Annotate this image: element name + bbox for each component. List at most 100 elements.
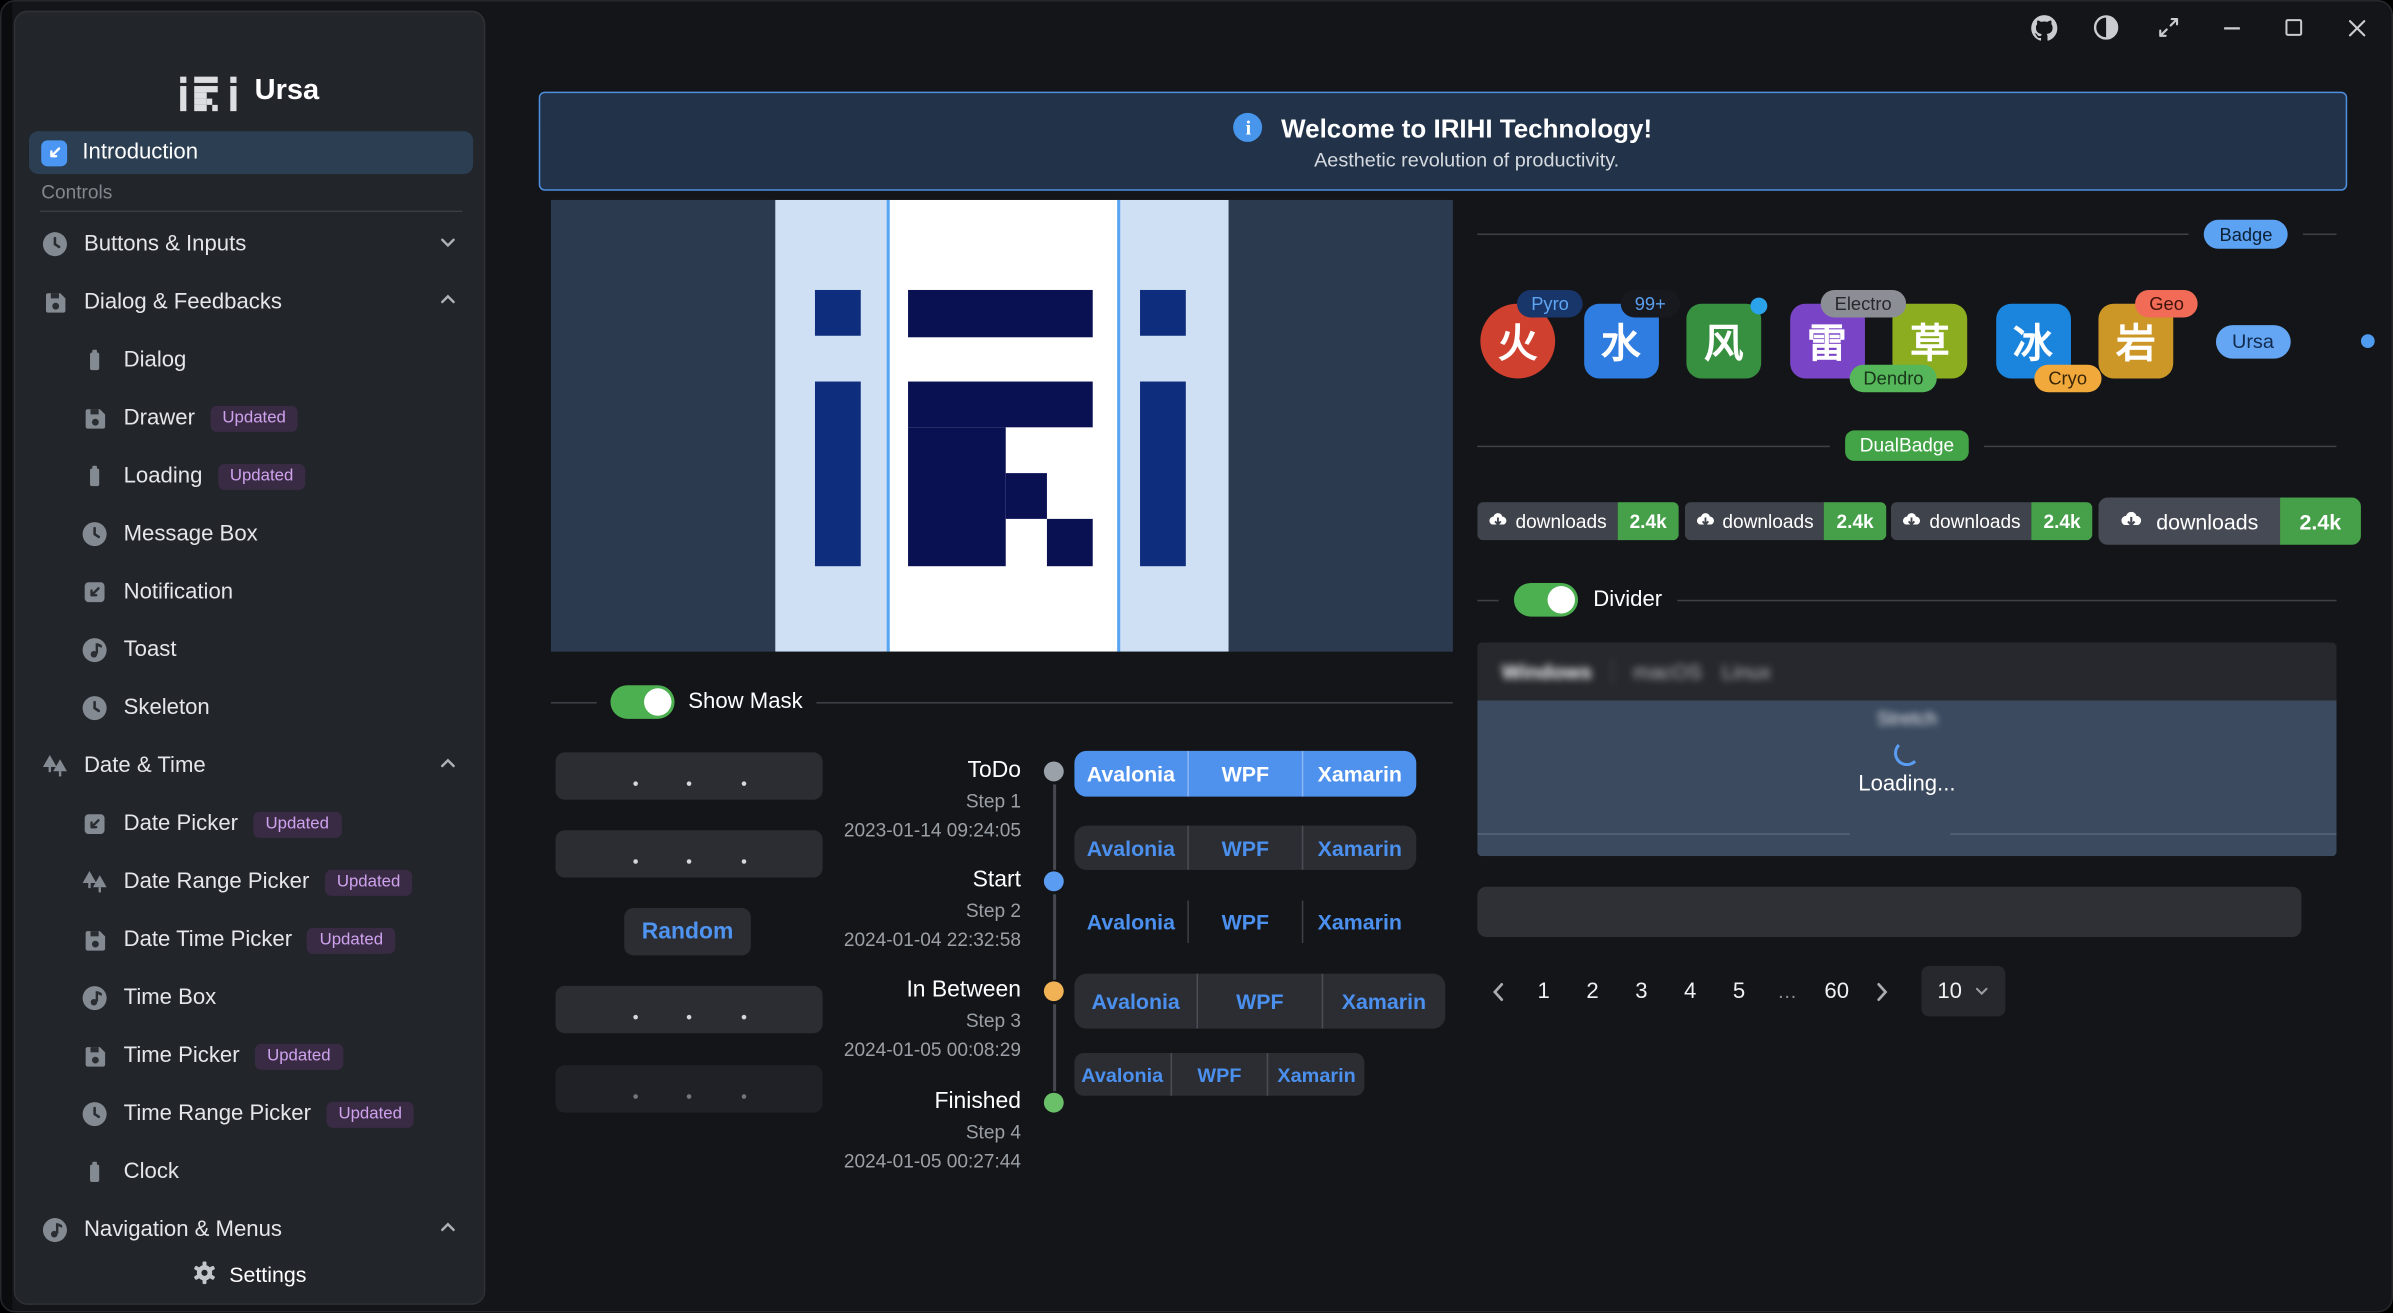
timeline-step-name: Finished xyxy=(838,1088,1021,1114)
divider-line xyxy=(1477,833,1849,835)
sidebar-item-date-picker[interactable]: Date Picker Updated xyxy=(29,795,473,853)
avalonia-button[interactable]: Avalonia xyxy=(1074,751,1187,797)
stretch-label: Stretch xyxy=(1477,708,2336,729)
sidebar-item-date-range-picker[interactable]: Date Range Picker Updated xyxy=(29,853,473,911)
page-size-select[interactable]: 10 xyxy=(1921,966,2005,1016)
sidebar-item-time-picker[interactable]: Time Picker Updated xyxy=(29,1027,473,1085)
sidebar-section-label: Controls xyxy=(41,182,112,203)
sidebar-item-label: Date Range Picker xyxy=(124,870,310,894)
show-mask-row: Show Mask xyxy=(551,684,1453,721)
page-button[interactable]: 4 xyxy=(1673,968,1708,1014)
minimize-button[interactable] xyxy=(2214,11,2248,45)
random-button[interactable]: Random xyxy=(624,908,751,955)
button-group-ghost: Avalonia WPF Xamarin xyxy=(1074,900,1416,943)
sidebar-item-buttons-inputs[interactable]: Buttons & Inputs xyxy=(29,215,473,273)
sidebar-item-loading[interactable]: Loading Updated xyxy=(29,447,473,505)
sidebar-item-label: Navigation & Menus xyxy=(84,1218,282,1242)
banner-subtitle: Aesthetic revolution of productivity. xyxy=(1281,149,1652,172)
ipv4-input[interactable] xyxy=(556,986,823,1033)
updated-badge: Updated xyxy=(326,1101,414,1127)
sidebar-item-date-time-picker[interactable]: Date Time Picker Updated xyxy=(29,911,473,969)
page-button[interactable]: 5 xyxy=(1721,968,1756,1014)
sidebar-item-notification[interactable]: Notification xyxy=(29,563,473,621)
page-button[interactable]: 1 xyxy=(1526,968,1561,1014)
text-input[interactable] xyxy=(1477,887,2301,937)
anemo-tile: 风 xyxy=(1686,304,1761,379)
button-group-solid: Avalonia WPF Xamarin xyxy=(1074,751,1416,797)
sidebar-item-message-box[interactable]: Message Box xyxy=(29,505,473,563)
sidebar-item-label: Dialog xyxy=(124,348,187,372)
downloads-badge: downloads 2.4k xyxy=(1891,502,2093,540)
timeline-step-label: Step 3 xyxy=(838,1010,1021,1031)
wpf-button[interactable]: WPF xyxy=(1187,751,1301,797)
tab-macos[interactable]: macOS xyxy=(1633,660,1702,683)
sidebar-item-drawer[interactable]: Drawer Updated xyxy=(29,389,473,447)
sidebar-item-clock[interactable]: Clock xyxy=(29,1143,473,1201)
tab-bar: Windows macOS Linux xyxy=(1477,643,2336,701)
pages-ellipsis[interactable]: … xyxy=(1770,968,1805,1014)
sidebar-item-label: Time Box xyxy=(124,986,217,1010)
show-mask-label: Show Mask xyxy=(688,690,802,714)
ipv4-input[interactable] xyxy=(556,830,823,877)
wpf-button[interactable]: WPF xyxy=(1187,900,1301,943)
last-page-button[interactable]: 60 xyxy=(1819,968,1854,1014)
electro-badge: Electro xyxy=(1821,290,1905,317)
avalonia-button[interactable]: Avalonia xyxy=(1074,974,1197,1029)
note-icon xyxy=(41,1216,68,1243)
sidebar-item-introduction[interactable]: Introduction xyxy=(29,131,473,174)
tab-linux[interactable]: Linux xyxy=(1722,660,1771,683)
app-logo: Ursa xyxy=(15,58,484,125)
show-mask-toggle[interactable] xyxy=(610,685,674,719)
prev-page-button[interactable] xyxy=(1485,968,1512,1014)
ipv4-input[interactable] xyxy=(556,752,823,799)
wpf-button[interactable]: WPF xyxy=(1197,974,1321,1029)
wpf-button[interactable]: WPF xyxy=(1170,1053,1267,1096)
divider-toggle[interactable] xyxy=(1514,583,1578,617)
divider-line xyxy=(551,701,597,703)
page-button[interactable]: 2 xyxy=(1575,968,1610,1014)
avalonia-button[interactable]: Avalonia xyxy=(1074,900,1187,943)
close-button[interactable] xyxy=(2340,11,2374,45)
wpf-button[interactable]: WPF xyxy=(1187,826,1301,870)
xamarin-button[interactable]: Xamarin xyxy=(1302,751,1416,797)
download-icon xyxy=(1488,511,1508,531)
sidebar-item-date-time[interactable]: Date & Time xyxy=(29,737,473,795)
dot-badge xyxy=(2362,334,2376,348)
github-button[interactable] xyxy=(2027,11,2061,45)
loading-mask-panel: Windows macOS Linux Stretch Loading... xyxy=(1477,643,2336,857)
fullscreen-button[interactable] xyxy=(2152,11,2186,45)
settings-button[interactable]: Settings xyxy=(15,1245,484,1303)
xamarin-button[interactable]: Xamarin xyxy=(1302,826,1416,870)
next-page-button[interactable] xyxy=(1868,968,1895,1014)
sidebar-item-label: Dialog & Feedbacks xyxy=(84,290,282,314)
updated-badge: Updated xyxy=(255,1043,343,1069)
dendro-badge: Dendro xyxy=(1850,365,1938,392)
page-button[interactable]: 3 xyxy=(1624,968,1659,1014)
battery-icon xyxy=(81,346,108,373)
xamarin-button[interactable]: Xamarin xyxy=(1267,1053,1364,1096)
sidebar-item-dialog-feedbacks[interactable]: Dialog & Feedbacks xyxy=(29,273,473,331)
maximize-button[interactable] xyxy=(2277,11,2311,45)
info-icon: i xyxy=(1234,113,1263,142)
xamarin-button[interactable]: Xamarin xyxy=(1302,900,1416,943)
sidebar-item-toast[interactable]: Toast xyxy=(29,621,473,679)
sidebar-item-time-box[interactable]: Time Box xyxy=(29,969,473,1027)
loading-overlay: Stretch Loading... xyxy=(1477,701,2336,857)
sidebar-item-skeleton[interactable]: Skeleton xyxy=(29,679,473,737)
avalonia-button[interactable]: Avalonia xyxy=(1074,1053,1170,1096)
download-icon xyxy=(1902,511,1922,531)
sidebar-item-time-range-picker[interactable]: Time Range Picker Updated xyxy=(29,1085,473,1143)
sidebar-item-label: Date Time Picker xyxy=(124,928,292,952)
tab-windows[interactable]: Windows xyxy=(1502,660,1592,683)
updated-badge: Updated xyxy=(325,869,413,895)
arrow-square-icon xyxy=(81,578,108,605)
xamarin-button[interactable]: Xamarin xyxy=(1321,974,1445,1029)
theme-toggle-button[interactable] xyxy=(2089,11,2123,45)
sidebar-item-label: Drawer xyxy=(124,406,195,430)
timeline-step-time: 2023-01-14 09:24:05 xyxy=(838,820,1021,841)
sidebar-item-dialog[interactable]: Dialog xyxy=(29,331,473,389)
sidebar-item-label: Skeleton xyxy=(124,696,210,720)
download-icon xyxy=(2120,510,2143,533)
badge-tile-geo: 岩 Geo xyxy=(2098,304,2173,379)
avalonia-button[interactable]: Avalonia xyxy=(1074,826,1187,870)
